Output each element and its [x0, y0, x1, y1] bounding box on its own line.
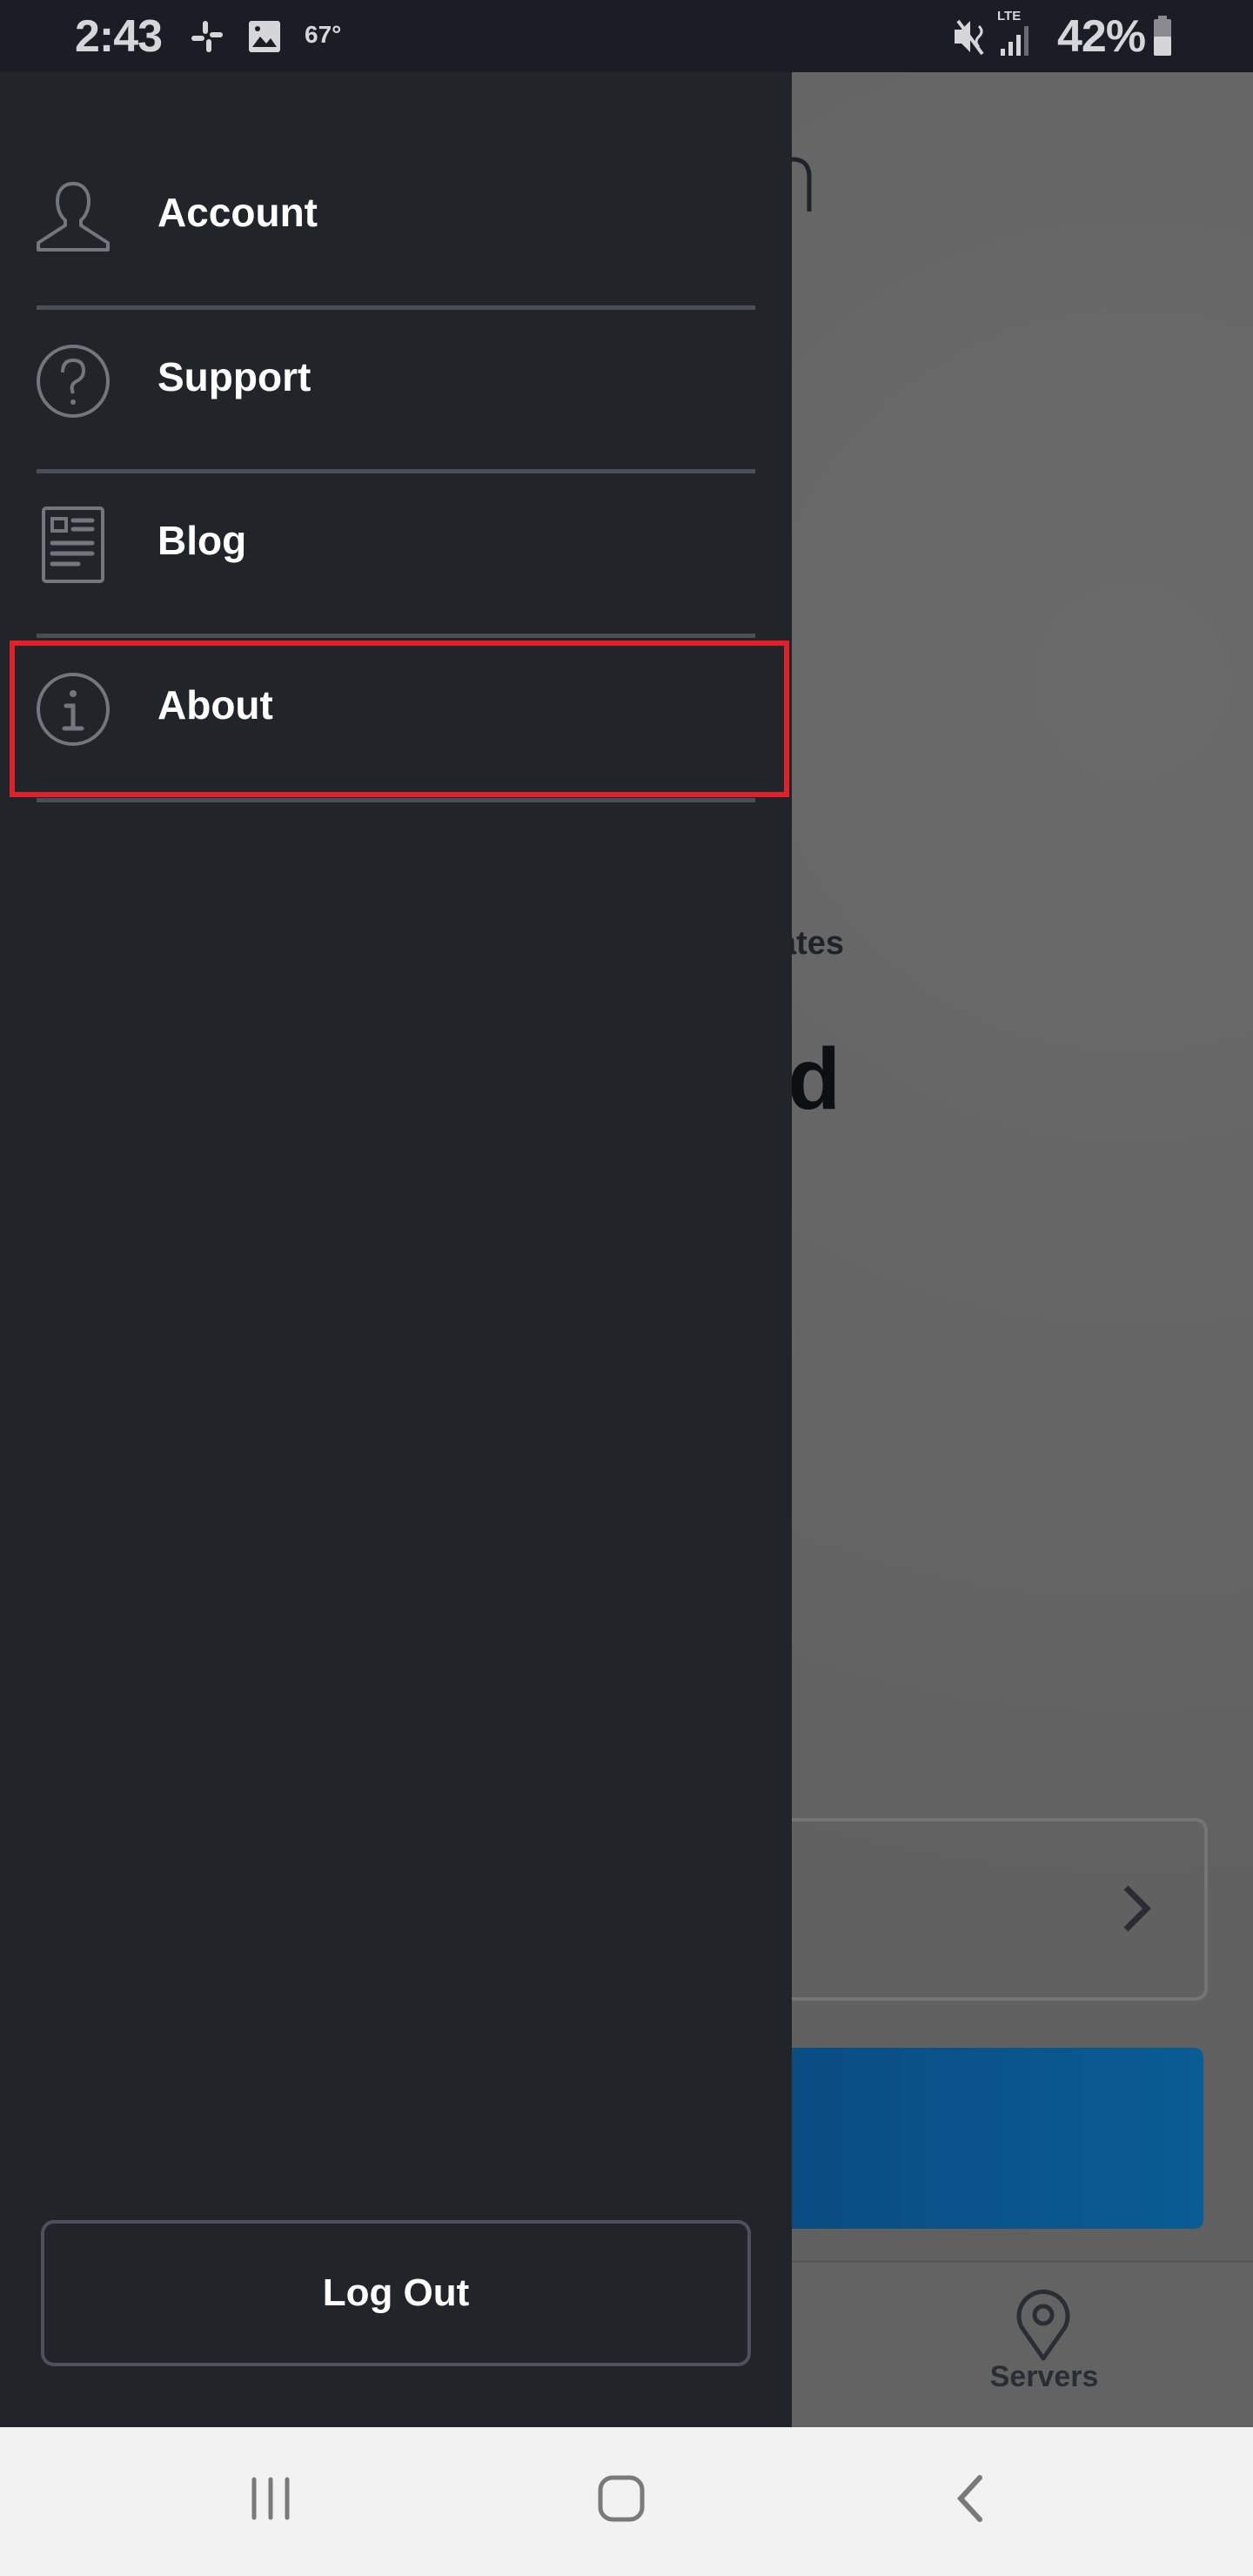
- battery-icon: [1154, 16, 1171, 56]
- drawer-item-label: Blog: [157, 518, 247, 563]
- navigation-drawer: Account Support Blog About: [0, 72, 792, 2427]
- signal-icon: [1001, 26, 1029, 56]
- battery-percent: 42%: [1057, 11, 1146, 62]
- drawer-item-label: Account: [157, 190, 318, 235]
- connect-button[interactable]: [722, 2048, 1203, 2229]
- map-pin-icon[interactable]: [1015, 2289, 1072, 2362]
- location-selector-card[interactable]: [722, 1818, 1208, 2001]
- user-icon: [37, 182, 110, 252]
- divider: [37, 798, 755, 802]
- chevron-right-icon: [1123, 1885, 1151, 1932]
- nav-servers-label[interactable]: Servers: [957, 2360, 1131, 2394]
- back-icon[interactable]: [954, 2474, 988, 2523]
- system-nav-bar: [0, 2427, 1253, 2576]
- drawer-item-support[interactable]: Support: [0, 298, 792, 461]
- status-bar: 2:43 67° LTE 42%: [0, 0, 1253, 72]
- status-temperature: 67°: [305, 21, 342, 48]
- image-icon: [249, 21, 280, 52]
- home-icon[interactable]: [597, 2474, 646, 2523]
- partial-heading: d: [787, 1030, 841, 1128]
- question-circle-icon: [37, 345, 110, 418]
- logout-button[interactable]: Log Out: [41, 2220, 751, 2366]
- drawer-item-label: Support: [157, 354, 312, 399]
- newspaper-icon: [42, 506, 104, 583]
- mute-icon: [955, 19, 984, 56]
- slack-icon: [191, 21, 223, 52]
- status-time: 2:43: [75, 11, 163, 62]
- about-highlight-box: [10, 641, 789, 797]
- recents-icon[interactable]: [249, 2476, 292, 2521]
- drawer-item-blog[interactable]: Blog: [0, 461, 792, 625]
- drawer-item-account[interactable]: Account: [0, 133, 792, 297]
- lte-label: LTE: [997, 9, 1022, 23]
